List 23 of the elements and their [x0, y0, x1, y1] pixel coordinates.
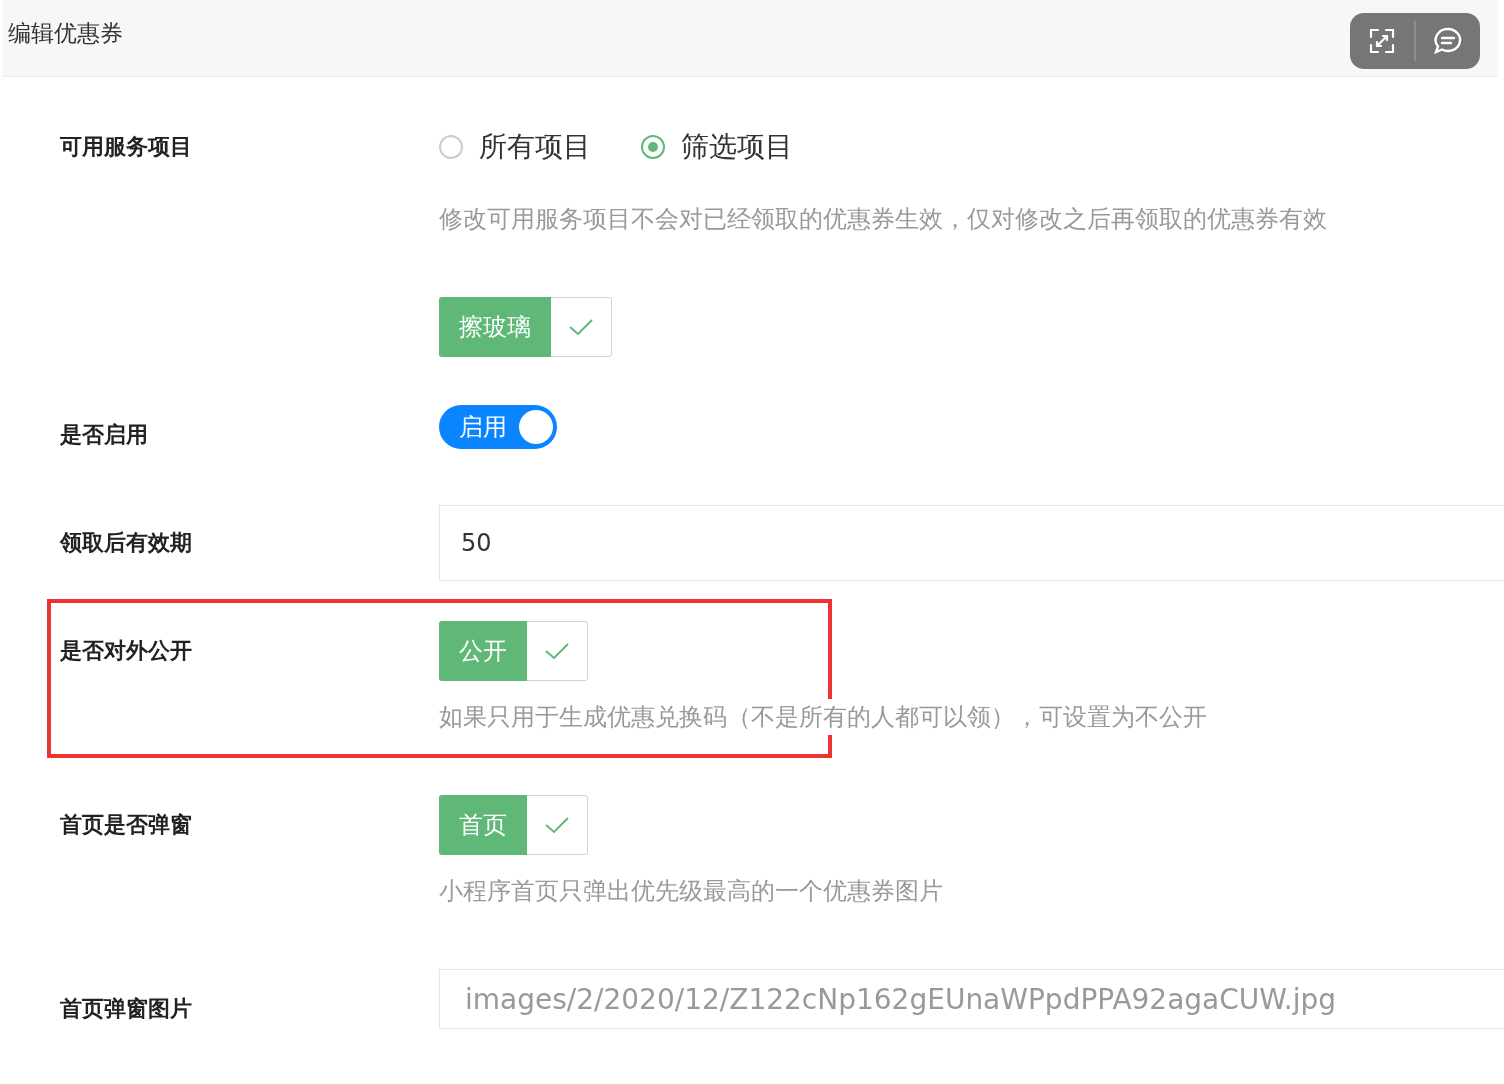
field-label: 首页弹窗图片 [60, 995, 193, 1023]
field-label: 是否启用 [60, 421, 149, 449]
chat-icon [1432, 26, 1464, 56]
field-label: 可用服务项目 [60, 133, 193, 161]
field-label: 首页是否弹窗 [60, 811, 193, 839]
field-label: 领取后有效期 [60, 529, 193, 557]
radio-option[interactable]: 筛选项目 [641, 128, 793, 166]
toggle-switch[interactable]: 启用 [439, 405, 557, 449]
hint-text: 如果只用于生成优惠兑换码（不是所有的人都可以领），可设置为不公开 [439, 699, 1207, 735]
radio-option[interactable]: 所有项目 [439, 128, 591, 166]
text-field[interactable]: 50 [439, 505, 1504, 581]
file-path-field[interactable]: images/2/2020/12/Z122cNp162gEUnaWPpdPPA92agaCUW.jpg [439, 969, 1504, 1029]
field-label: 是否对外公开 [60, 637, 193, 665]
radio-circle[interactable] [439, 135, 463, 159]
check-icon [568, 317, 594, 337]
expand-icon [1368, 27, 1396, 55]
checkbox-tag[interactable]: 首页 [439, 795, 588, 855]
check-icon [544, 815, 570, 835]
checkbox-tag[interactable]: 擦玻璃 [439, 297, 612, 357]
checkbox-tag[interactable]: 公开 [439, 621, 588, 681]
check-icon [544, 641, 570, 661]
radio-circle[interactable] [641, 135, 665, 159]
page-title: 编辑优惠券 [7, 18, 123, 48]
